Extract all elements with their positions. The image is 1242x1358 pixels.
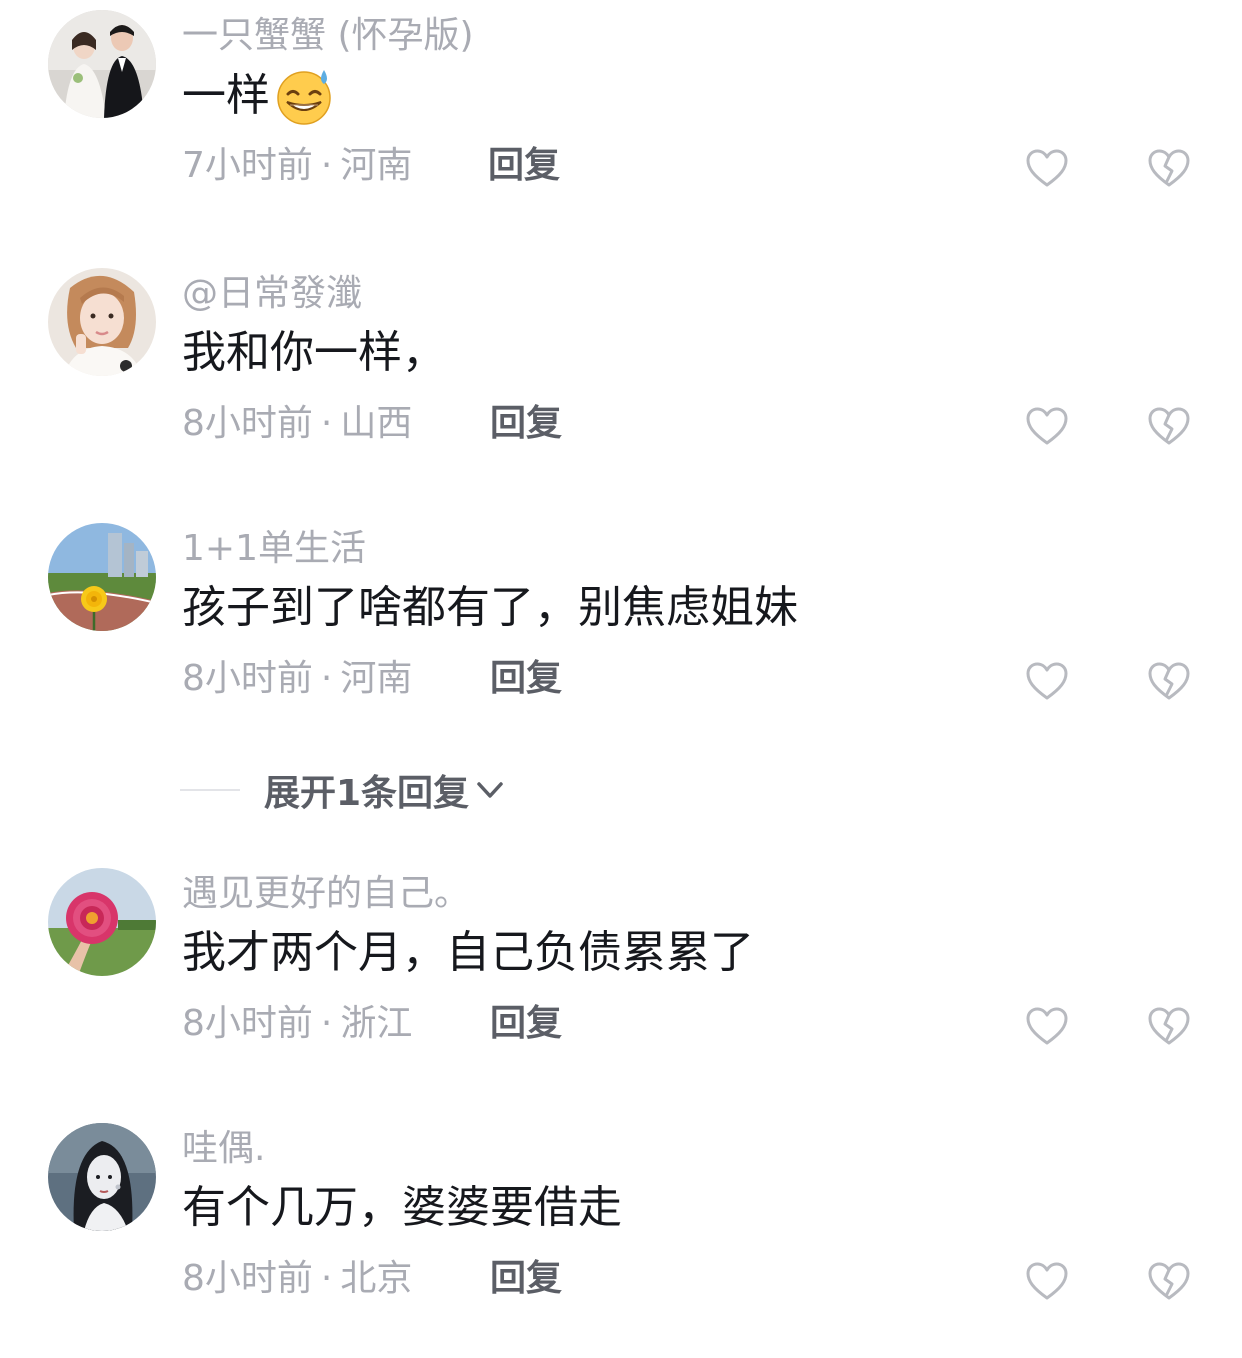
reply-button[interactable]: 回复 [490,1255,562,1303]
comment-text: 我才两个月，自己负债累累了 [182,924,754,982]
heart-icon[interactable] [1025,406,1069,446]
location: 北京 [340,1258,413,1299]
username[interactable]: @日常發瀸 [182,270,362,318]
expand-replies-button[interactable]: 展开1条回复 [180,762,507,818]
broken-heart-icon[interactable] [1147,1261,1191,1301]
broken-heart-icon[interactable] [1147,148,1191,188]
comment-item: 1+1单生活 孩子到了啥都有了，别焦虑姐妹 8小时前 · 河南 回复 [0,513,1242,743]
comment-item: @日常發瀸 我和你一样， 8小时前 · 山西 回复 [0,258,1242,488]
username[interactable]: 1+1单生活 [182,525,366,573]
username[interactable]: 哇偶. [182,1125,265,1173]
broken-heart-icon[interactable] [1147,406,1191,446]
comment-meta: 8小时前 · 河南 [182,655,412,703]
reply-button[interactable]: 回复 [490,655,562,703]
separator: · [320,658,333,699]
comment-text-label: 我才两个月，自己负债累累了 [182,927,754,978]
avatar[interactable] [48,10,156,118]
comment-text-label: 孩子到了啥都有了，别焦虑姐妹 [182,582,798,633]
chevron-down-icon [477,782,503,798]
expand-divider [180,789,240,791]
reply-button[interactable]: 回复 [490,1000,562,1048]
avatar[interactable] [48,1123,156,1231]
heart-icon[interactable] [1025,661,1069,701]
comment-meta: 8小时前 · 北京 [182,1255,412,1303]
broken-heart-icon[interactable] [1147,1006,1191,1046]
separator: · [320,403,333,444]
location: 河南 [340,658,413,699]
comment-text-label: 一样 [182,70,270,121]
heart-icon[interactable] [1025,1006,1069,1046]
location: 浙江 [340,1003,413,1044]
username[interactable]: 一只蟹蟹 (怀孕版) [182,12,474,60]
comment-meta: 8小时前 · 山西 [182,400,412,448]
comment-text: 一样 [182,66,334,126]
timestamp: 8小时前 [182,1003,313,1044]
avatar[interactable] [48,268,156,376]
separator: · [320,1258,333,1299]
timestamp: 8小时前 [182,403,313,444]
heart-icon[interactable] [1025,148,1069,188]
comment-item: 哇偶. 有个几万，婆婆要借走 8小时前 · 北京 回复 [0,1113,1242,1343]
heart-icon[interactable] [1025,1261,1069,1301]
location: 山西 [340,403,413,444]
comment-text-label: 我和你一样， [182,327,446,378]
comment-meta: 7小时前 · 河南 [182,142,412,190]
comment-text: 我和你一样， [182,324,446,382]
grinning-sweat-emoji-icon [274,66,334,126]
comment-text: 孩子到了啥都有了，别焦虑姐妹 [182,579,798,637]
avatar[interactable] [48,868,156,976]
comment-item: 一只蟹蟹 (怀孕版) 一样 7小时前 · 河南 回复 [0,0,1242,230]
separator: · [320,145,333,186]
timestamp: 8小时前 [182,1258,313,1299]
comment-meta: 8小时前 · 浙江 [182,1000,412,1048]
comment-item: 遇见更好的自己。 我才两个月，自己负债累累了 8小时前 · 浙江 回复 [0,858,1242,1088]
broken-heart-icon[interactable] [1147,661,1191,701]
timestamp: 8小时前 [182,658,313,699]
comment-text-label: 有个几万，婆婆要借走 [182,1182,622,1233]
comment-text: 有个几万，婆婆要借走 [182,1179,622,1237]
reply-button[interactable]: 回复 [490,400,562,448]
expand-replies-label: 展开1条回复 [264,773,470,814]
timestamp: 7小时前 [182,145,313,186]
location: 河南 [340,145,413,186]
separator: · [320,1003,333,1044]
avatar[interactable] [48,523,156,631]
reply-button[interactable]: 回复 [488,142,560,190]
username[interactable]: 遇见更好的自己。 [182,870,470,918]
